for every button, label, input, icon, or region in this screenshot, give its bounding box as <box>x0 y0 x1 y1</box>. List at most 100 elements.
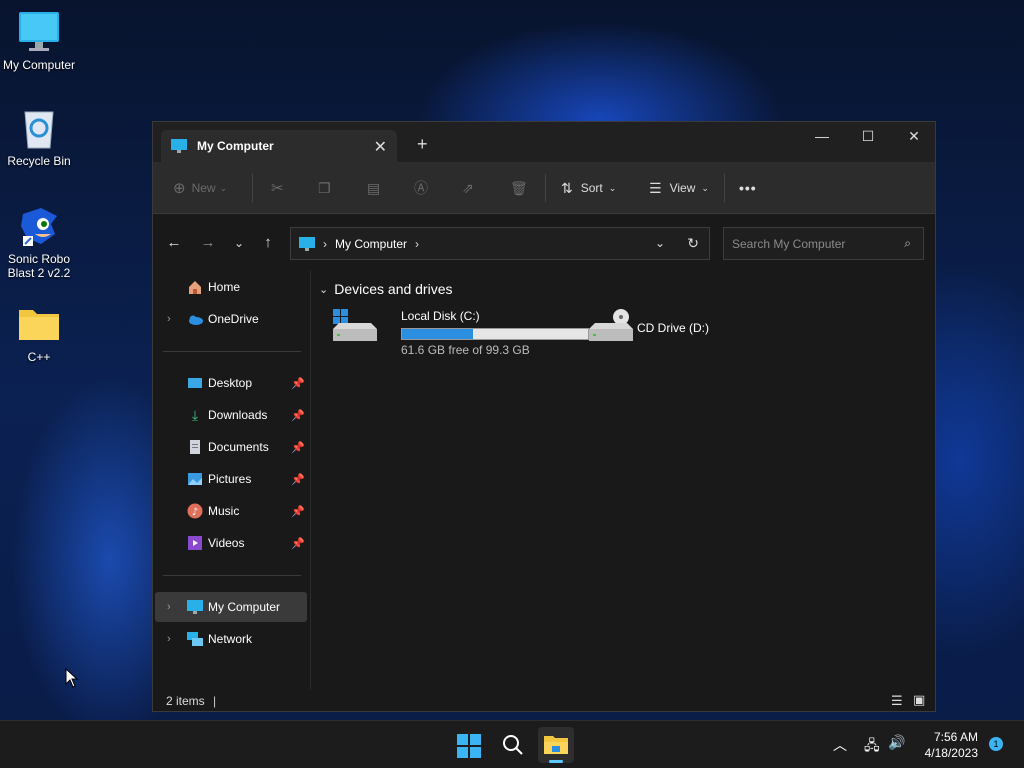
chevron-down-icon: ⌄ <box>233 236 245 250</box>
up-button[interactable]: ↑ <box>258 233 278 253</box>
rename-button[interactable]: Ⓐ <box>414 176 428 200</box>
chevron-up-icon[interactable]: ︿ <box>833 735 847 755</box>
group-title: Devices and drives <box>334 281 453 297</box>
hard-drive-icon <box>331 309 377 345</box>
tab-title: My Computer <box>197 139 274 153</box>
title-bar[interactable]: My Computer ✕ + — ☐ ✕ <box>153 122 935 162</box>
drive-cd-d[interactable]: CD Drive (D:) <box>587 305 767 355</box>
sort-arrows-icon: ⇅ <box>561 179 573 196</box>
desktop-icon-my-computer[interactable]: My Computer <box>0 10 78 72</box>
copy-icon: ❐ <box>318 179 331 196</box>
copy-button[interactable]: ❐ <box>318 176 331 200</box>
command-bar: ⊕ New ⌄ ✂ ❐ ▤ Ⓐ ⇗ 🗑 ⇅ Sort ⌄ ☰ View ⌄ ••… <box>153 162 935 214</box>
desktop-icon-sonic[interactable]: Sonic Robo Blast 2 v2.2 <box>0 204 78 280</box>
cut-button[interactable]: ✂ <box>271 176 284 200</box>
drive-free-space: 61.6 GB free of 99.3 GB <box>401 343 530 357</box>
sidebar-item-label: OneDrive <box>208 312 259 326</box>
volume-icon[interactable]: 🔊 <box>888 734 905 751</box>
drive-local-disk-c[interactable]: Local Disk (C:) 61.6 GB free of 99.3 GB <box>331 305 593 357</box>
close-tab-icon[interactable]: ✕ <box>374 137 387 157</box>
arrow-left-icon: ← <box>166 234 182 251</box>
video-icon <box>187 535 203 551</box>
drive-name: Local Disk (C:) <box>401 309 480 323</box>
chevron-down-icon: ⌄ <box>319 283 329 296</box>
cloud-icon <box>187 311 203 327</box>
picture-icon <box>187 471 203 487</box>
forward-button[interactable]: → <box>198 233 218 253</box>
sidebar-item-label: Home <box>208 280 241 294</box>
desktop-icon-recycle-bin[interactable]: Recycle Bin <box>0 106 78 168</box>
mouse-cursor <box>65 667 79 691</box>
group-header-devices[interactable]: ⌄ Devices and drives <box>319 281 453 297</box>
ellipsis-icon: ••• <box>739 180 757 196</box>
arrow-up-icon: ↑ <box>264 234 272 251</box>
sidebar-divider <box>163 351 301 352</box>
chevron-right-icon[interactable]: › <box>167 601 171 613</box>
sidebar-item-videos[interactable]: Videos 📌 <box>155 528 307 558</box>
file-explorer-taskbar-button[interactable] <box>538 727 574 763</box>
more-options-button[interactable]: ••• <box>739 176 757 200</box>
desktop-icon-label: Recycle Bin <box>7 154 71 168</box>
desktop-icon-cpp-folder[interactable]: C++ <box>0 302 78 364</box>
sidebar-item-label: Pictures <box>208 472 252 486</box>
new-tab-button[interactable]: + <box>417 134 428 155</box>
tab-my-computer[interactable]: My Computer ✕ <box>161 130 397 162</box>
sidebar-item-label: Downloads <box>208 408 268 422</box>
sidebar-item-desktop[interactable]: Desktop 📌 <box>155 368 307 398</box>
new-button[interactable]: ⊕ New ⌄ <box>173 176 227 200</box>
svg-text:♪: ♪ <box>192 507 198 518</box>
details-view-icon[interactable]: ☰ <box>891 693 903 709</box>
desktop-icon-label: C++ <box>27 350 51 364</box>
chevron-right-icon[interactable]: › <box>167 633 171 645</box>
network-status-icon[interactable]: 🖧 <box>864 735 880 759</box>
paste-button[interactable]: ▤ <box>367 176 380 200</box>
pin-icon[interactable]: 📌 <box>291 505 305 518</box>
pin-icon[interactable]: 📌 <box>291 537 305 550</box>
clock[interactable]: 7:56 AM 4/18/2023 <box>925 729 978 761</box>
sidebar-item-network[interactable]: › Network <box>155 624 307 654</box>
close-window-button[interactable]: ✕ <box>891 128 937 154</box>
sidebar-item-home[interactable]: Home <box>155 272 307 302</box>
view-button[interactable]: ☰ View ⌄ <box>649 176 709 200</box>
minimize-button[interactable]: — <box>799 128 845 154</box>
pin-icon[interactable]: 📌 <box>291 473 305 486</box>
search-input[interactable]: Search My Computer ⌕ <box>723 227 924 260</box>
refresh-icon[interactable]: ↻ <box>687 235 699 252</box>
share-icon: ⇗ <box>462 179 474 196</box>
clock-time: 7:56 AM <box>933 730 978 744</box>
sidebar-item-onedrive[interactable]: › OneDrive <box>155 304 307 334</box>
sidebar-item-my-computer[interactable]: › My Computer <box>155 592 307 622</box>
sidebar-item-pictures[interactable]: Pictures 📌 <box>155 464 307 494</box>
maximize-button[interactable]: ☐ <box>845 128 891 154</box>
sidebar-item-documents[interactable]: Documents 📌 <box>155 432 307 462</box>
sidebar-item-music[interactable]: ♪ Music 📌 <box>155 496 307 526</box>
search-placeholder: Search My Computer <box>732 236 846 251</box>
desktop-icon <box>187 375 203 391</box>
search-icon <box>502 734 524 759</box>
tiles-view-icon[interactable]: ▣ <box>913 692 925 708</box>
new-label: New <box>191 181 216 195</box>
folder-icon <box>544 734 568 759</box>
breadcrumb-my-computer[interactable]: My Computer <box>335 237 407 251</box>
trash-icon: 🗑 <box>510 179 528 196</box>
desktop-icon-label: Sonic Robo Blast 2 v2.2 <box>7 252 71 280</box>
navigation-bar: ← → ⌄ ↑ › My Computer › ⌄ ↻ Search My Co… <box>153 215 935 271</box>
sort-button[interactable]: ⇅ Sort ⌄ <box>561 176 616 200</box>
address-bar[interactable]: › My Computer › ⌄ ↻ <box>290 227 710 260</box>
search-icon: ⌕ <box>904 236 911 250</box>
chevron-right-icon[interactable]: › <box>167 313 171 325</box>
share-button[interactable]: ⇗ <box>462 176 474 200</box>
delete-button[interactable]: 🗑 <box>510 176 528 200</box>
sidebar-item-downloads[interactable]: ⤓ Downloads 📌 <box>155 400 307 430</box>
breadcrumb-separator-icon: › <box>323 236 327 251</box>
pin-icon[interactable]: 📌 <box>291 441 305 454</box>
sidebar-item-label: Desktop <box>208 376 253 390</box>
address-history-dropdown-icon[interactable]: ⌄ <box>655 236 665 250</box>
notification-badge[interactable]: 1 <box>989 737 1003 751</box>
recent-locations-button[interactable]: ⌄ <box>229 233 249 253</box>
start-button[interactable] <box>450 727 486 763</box>
search-taskbar-button[interactable] <box>495 727 531 763</box>
pin-icon[interactable]: 📌 <box>291 377 305 390</box>
back-button[interactable]: ← <box>164 233 184 253</box>
pin-icon[interactable]: 📌 <box>291 409 305 422</box>
